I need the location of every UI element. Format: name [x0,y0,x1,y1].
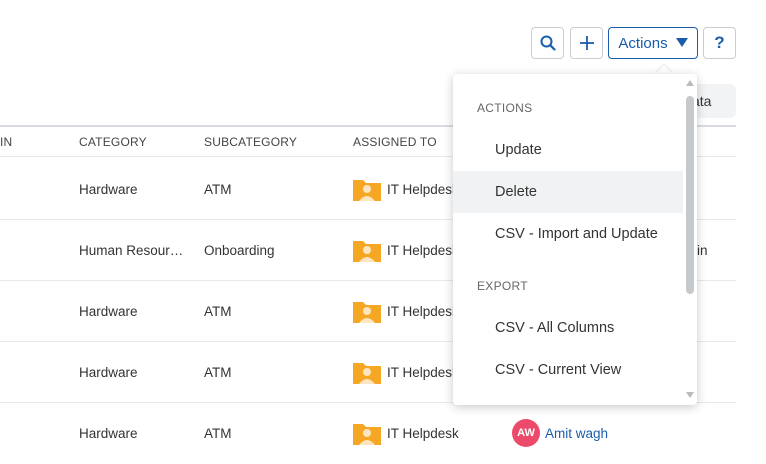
menu-item-label: Delete [495,184,537,200]
assigned-to-label[interactable]: IT Helpdesk [387,426,459,441]
assigned-to-label[interactable]: IT Helpdesk [387,182,459,197]
column-header-assigned-to[interactable]: ASSIGNED TO [353,135,437,149]
subcategory-cell: Onboarding [204,243,275,258]
category-cell: Hardware [79,182,138,197]
menu-item-csv-import-update[interactable]: CSV - Import and Update [453,213,683,255]
category-cell: Human Resour… [79,243,184,258]
avatar: AW [512,419,540,447]
assigned-to-label[interactable]: IT Helpdesk [387,243,459,258]
actions-dropdown-menu: ACTIONS Update Delete CSV - Import and U… [453,74,697,405]
subcategory-cell: ATM [204,304,232,319]
column-header[interactable]: IN [0,135,12,149]
assigned-to-cell: IT Helpdesk [353,177,459,201]
plus-icon [579,36,594,50]
table-row[interactable]: Hardware ATM IT Helpdesk AW Amit wagh [0,403,736,464]
menu-item-label: CSV - Import and Update [495,226,658,242]
assigned-to-cell: IT Helpdesk [353,238,459,262]
scroll-up-icon[interactable] [686,80,694,86]
help-label: ? [714,33,725,52]
category-cell: Hardware [79,304,138,319]
dropdown-caret [655,65,673,74]
caret-down-icon [675,38,688,47]
section-header-actions: ACTIONS [477,101,533,115]
scroll-down-icon[interactable] [686,392,694,398]
assigned-to-cell: IT Helpdesk [353,299,459,323]
search-icon [540,35,556,51]
search-button[interactable] [531,27,564,59]
menu-item-label: Update [495,142,542,158]
menu-item-label: CSV - Current View [495,362,622,378]
actions-button[interactable]: Actions [608,27,698,59]
group-folder-icon [353,238,381,262]
scrollbar-thumb[interactable] [686,96,694,294]
column-header-subcategory[interactable]: SUBCATEGORY [204,135,297,149]
owner-link[interactable]: Amit wagh [545,426,608,441]
menu-item-label: CSV - All Columns [495,320,615,336]
help-button[interactable]: ? [703,27,736,59]
group-folder-icon [353,360,381,384]
group-folder-icon [353,177,381,201]
extra-cell: in [697,243,708,258]
subcategory-cell: ATM [204,365,232,380]
group-folder-icon [353,299,381,323]
menu-item-csv-all-columns[interactable]: CSV - All Columns [453,307,683,349]
menu-item-update[interactable]: Update [453,129,683,171]
assigned-to-label[interactable]: IT Helpdesk [387,304,459,319]
menu-item-csv-current-view[interactable]: CSV - Current View [453,349,683,391]
category-cell: Hardware [79,426,138,441]
subcategory-cell: ATM [204,426,232,441]
assigned-to-cell: IT Helpdesk [353,421,459,445]
section-header-export: EXPORT [477,279,528,293]
subcategory-cell: ATM [204,182,232,197]
dropdown-scrollbar[interactable] [685,80,694,398]
assigned-to-label[interactable]: IT Helpdesk [387,365,459,380]
group-folder-icon [353,421,381,445]
category-cell: Hardware [79,365,138,380]
menu-item-delete[interactable]: Delete [453,171,683,213]
actions-label: Actions [618,34,668,52]
add-button[interactable] [570,27,603,59]
assigned-to-cell: IT Helpdesk [353,360,459,384]
column-header-category[interactable]: CATEGORY [79,135,147,149]
